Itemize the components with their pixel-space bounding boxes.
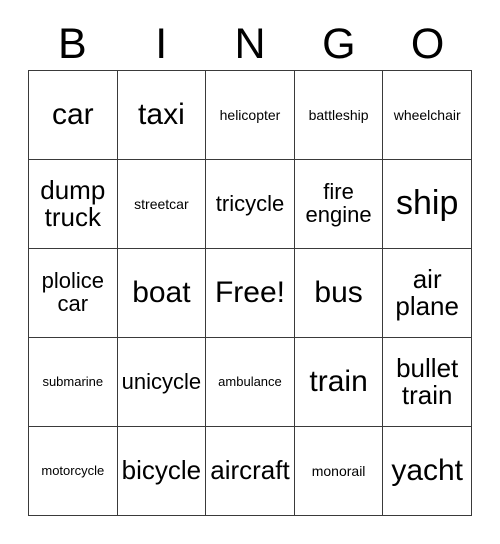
bingo-cell[interactable]: fire engine	[294, 160, 384, 249]
bingo-cell[interactable]: ambulance	[206, 338, 295, 427]
header-letter-n: N	[234, 19, 266, 68]
bingo-cell-label: unicycle	[121, 368, 202, 394]
bingo-cell[interactable]: monorail	[294, 427, 384, 516]
bingo-cell[interactable]: taxi	[117, 71, 207, 160]
header-letter-o: O	[410, 19, 445, 68]
header-letter-i: I	[155, 19, 168, 68]
bingo-cell-label: aircraft	[210, 455, 290, 486]
bingo-row: car taxi helicopter battleship wheelchai…	[29, 71, 472, 160]
bingo-cell[interactable]: boat	[117, 249, 207, 338]
bingo-header-row: B I N G O	[28, 18, 472, 70]
bingo-cell-label: boat	[132, 276, 191, 310]
bingo-cell-label: bullet train	[396, 352, 459, 410]
bingo-cell[interactable]: train	[294, 338, 384, 427]
bingo-cell[interactable]: wheelchair	[383, 71, 472, 160]
bingo-cell[interactable]: motorcycle	[29, 427, 118, 516]
bingo-cell-label: bicycle	[121, 455, 202, 486]
bingo-cell-label: ambulance	[218, 374, 282, 390]
bingo-cell[interactable]: car	[29, 71, 118, 160]
bingo-cell-label: yacht	[391, 454, 464, 488]
bingo-cell-label: wheelchair	[393, 106, 461, 123]
bingo-card: B I N G O car taxi helicopter battleship…	[0, 0, 500, 544]
bingo-cell[interactable]: air plane	[383, 249, 472, 338]
bingo-cell-label: submarine	[42, 374, 104, 390]
bingo-cell[interactable]: dump truck	[29, 160, 118, 249]
bingo-cell[interactable]: bullet train	[383, 338, 472, 427]
bingo-cell-label: bus	[314, 276, 363, 310]
bingo-cell-label: train	[309, 365, 368, 399]
bingo-cell-label: dump truck	[40, 174, 106, 232]
bingo-cell[interactable]: plolice car	[29, 249, 118, 338]
bingo-cell-label: helicopter	[219, 106, 281, 123]
bingo-cell-label: monorail	[311, 462, 366, 479]
bingo-cell[interactable]: bus	[294, 249, 384, 338]
bingo-cell[interactable]: battleship	[294, 71, 384, 160]
bingo-cell-label: plolice car	[41, 268, 104, 316]
bingo-grid: car taxi helicopter battleship wheelchai…	[28, 70, 472, 516]
bingo-cell-label: ship	[395, 184, 459, 223]
bingo-cell[interactable]: submarine	[29, 338, 118, 427]
bingo-cell-free[interactable]: Free!	[206, 249, 295, 338]
bingo-cell[interactable]: tricycle	[206, 160, 295, 249]
bingo-cell-label: motorcycle	[41, 463, 105, 479]
bingo-cell-label: streetcar	[134, 195, 189, 212]
bingo-cell-label: tricycle	[215, 190, 285, 216]
bingo-cell[interactable]: unicycle	[117, 338, 207, 427]
bingo-cell[interactable]: ship	[383, 160, 472, 249]
bingo-row: motorcycle bicycle aircraft monorail yac…	[29, 427, 472, 516]
bingo-row: dump truck streetcar tricycle fire engin…	[29, 160, 472, 249]
bingo-cell[interactable]: aircraft	[206, 427, 295, 516]
bingo-row: plolice car boat Free! bus air plane	[29, 249, 472, 338]
bingo-cell-label: taxi	[138, 98, 185, 132]
bingo-cell[interactable]: bicycle	[117, 427, 207, 516]
header-letter-g: G	[322, 19, 356, 68]
bingo-cell[interactable]: helicopter	[206, 71, 295, 160]
bingo-cell[interactable]: yacht	[383, 427, 472, 516]
bingo-cell-label: fire engine	[305, 179, 372, 227]
header-letter-b: B	[58, 19, 87, 68]
bingo-cell-label: battleship	[308, 106, 369, 123]
bingo-cell-label: Free!	[214, 276, 285, 310]
bingo-cell[interactable]: streetcar	[117, 160, 207, 249]
bingo-cell-label: air plane	[395, 263, 459, 321]
bingo-cell-label: car	[51, 98, 94, 132]
bingo-row: submarine unicycle ambulance train bulle…	[29, 338, 472, 427]
